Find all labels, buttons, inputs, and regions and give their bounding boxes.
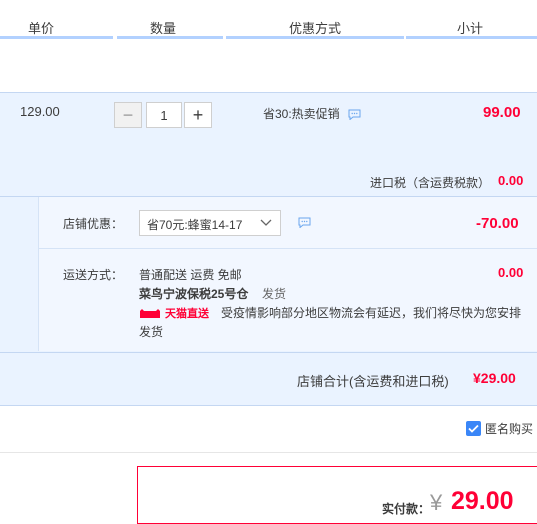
shipping-fee-value: 0.00 <box>498 265 524 280</box>
shop-discount-value: -70.00 <box>476 215 519 232</box>
column-header-quantity: 数量 <box>150 21 177 36</box>
increase-quantity-button[interactable]: + <box>184 102 212 128</box>
shipping-label: 运送方式： <box>63 268 124 282</box>
shop-total-label: 店铺合计(含运费和进口税) <box>297 374 449 389</box>
import-tax-label: 进口税（含运费税款） <box>370 176 491 190</box>
divider <box>0 452 537 453</box>
divider <box>38 248 537 249</box>
anonymous-checkbox[interactable] <box>466 421 481 436</box>
shipping-notice-end: 发货 <box>139 325 164 339</box>
message-icon[interactable] <box>298 217 311 231</box>
header-underline <box>0 36 113 39</box>
quantity-stepper: − 1 + <box>114 102 212 128</box>
unit-price: 129.00 <box>20 104 60 119</box>
item-subtotal: 99.00 <box>483 104 521 121</box>
shop-total-row <box>0 352 537 406</box>
shop-discount-select[interactable]: 省70元:蜂蜜14-17 <box>139 210 281 236</box>
quantity-input[interactable]: 1 <box>146 102 182 128</box>
tmall-direct-tag: 天猫直送 <box>139 305 209 321</box>
tmall-direct-label: 天猫直送 <box>165 308 209 320</box>
payment-currency: ¥ <box>430 490 443 515</box>
payment-label: 实付款： <box>382 502 431 516</box>
column-header-price: 单价 <box>28 21 55 36</box>
shipping-notice: 受疫情影响部分地区物流会有延迟，我们将尽快为您安排 <box>221 306 522 320</box>
promotion-text: 省30:热卖促销 <box>263 107 340 121</box>
payment-amount: 29.00 <box>451 487 514 515</box>
column-header-subtotal: 小计 <box>457 21 484 36</box>
shop-total-value: ¥29.00 <box>473 370 516 386</box>
warehouse-name: 菜鸟宁波保税25号仓 <box>139 287 249 301</box>
shipping-method: 普通配送 运费 免邮 <box>139 268 242 282</box>
ship-status: 发货 <box>262 287 287 301</box>
shop-discount-label: 店铺优惠： <box>63 217 124 231</box>
chevron-down-icon <box>260 217 272 231</box>
anonymous-label: 匿名购买 <box>485 422 534 436</box>
anonymous-purchase[interactable]: 匿名购买 <box>466 420 533 437</box>
decrease-quantity-button[interactable]: − <box>114 102 142 128</box>
import-tax-value: 0.00 <box>498 173 524 188</box>
column-header-promotion: 优惠方式 <box>289 21 342 36</box>
tmall-cat-icon <box>139 308 161 319</box>
shop-discount-selected: 省70元:蜂蜜14-17 <box>147 218 243 232</box>
message-icon[interactable] <box>348 109 361 123</box>
